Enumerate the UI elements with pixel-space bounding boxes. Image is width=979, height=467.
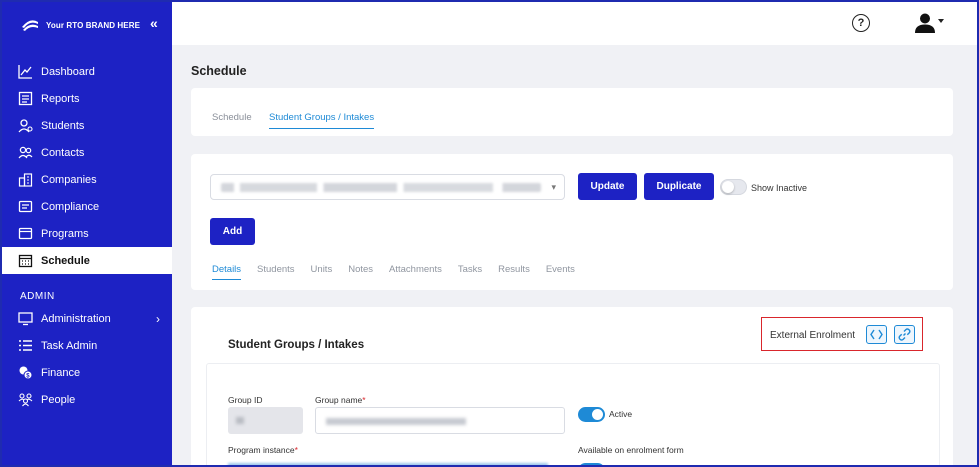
students-icon	[18, 118, 33, 133]
companies-icon	[18, 172, 33, 187]
group-select-value-redacted	[221, 183, 541, 192]
calendar-icon	[18, 253, 33, 268]
top-bar: ?	[172, 2, 977, 45]
add-button[interactable]: Add	[210, 218, 255, 245]
section-title: Student Groups / Intakes	[228, 339, 365, 351]
tab-students[interactable]: Students	[257, 264, 295, 275]
compliance-icon	[18, 199, 33, 214]
sidebar-item-compliance[interactable]: Compliance	[2, 193, 172, 220]
program-instance-label: Program instance*	[228, 445, 298, 455]
group-id-field	[228, 407, 303, 434]
sidebar-item-companies[interactable]: Companies	[2, 166, 172, 193]
code-embed-button[interactable]	[866, 325, 887, 344]
sidebar-item-administration[interactable]: Administration ›	[2, 305, 172, 332]
app-window: Your RTO BRAND HERE « Dashboard Reports	[0, 0, 979, 467]
show-inactive-toggle[interactable]	[720, 179, 747, 195]
list-icon	[18, 338, 33, 353]
sidebar-nav: Dashboard Reports Students Contacts Comp…	[2, 58, 172, 413]
external-enrolment-label: External Enrolment	[770, 330, 856, 341]
chevron-right-icon: ›	[156, 312, 160, 326]
sidebar-section-admin: ADMIN	[20, 291, 55, 302]
program-instance-label-text: Program instance	[228, 445, 295, 455]
programs-icon	[18, 226, 33, 241]
controls-card: ▾ Update Duplicate Show Inactive Add Det…	[191, 154, 953, 290]
people-icon	[18, 392, 33, 407]
brand-logo-icon	[22, 20, 38, 31]
tab-details[interactable]: Details	[212, 264, 242, 280]
sidebar-item-task-admin[interactable]: Task Admin	[2, 332, 172, 359]
group-id-label: Group ID	[228, 395, 263, 405]
sidebar-item-dashboard[interactable]: Dashboard	[2, 58, 172, 85]
details-card: Student Groups / Intakes External Enrolm…	[191, 307, 953, 465]
tab-notes[interactable]: Notes	[348, 264, 373, 275]
tab-results[interactable]: Results	[498, 264, 530, 275]
link-icon	[898, 328, 911, 341]
sidebar-item-label: Finance	[41, 366, 81, 379]
sidebar: Your RTO BRAND HERE « Dashboard Reports	[2, 2, 172, 465]
help-icon[interactable]: ?	[852, 14, 870, 32]
program-instance-link-redacted[interactable]	[228, 463, 548, 465]
sidebar-item-students[interactable]: Students	[2, 112, 172, 139]
available-on-enrolment-form-label: Available on enrolment form	[578, 445, 684, 455]
sidebar-item-people[interactable]: People	[2, 386, 172, 413]
sidebar-item-schedule[interactable]: Schedule	[2, 247, 172, 274]
sidebar-item-label: Students	[41, 119, 85, 132]
update-button[interactable]: Update	[578, 173, 637, 200]
sidebar-item-finance[interactable]: $ Finance	[2, 359, 172, 386]
sidebar-item-label: Administration	[41, 312, 111, 325]
page-title: Schedule	[191, 64, 247, 78]
active-toggle[interactable]	[578, 407, 605, 422]
tab-units[interactable]: Units	[311, 264, 333, 275]
sidebar-item-programs[interactable]: Programs	[2, 220, 172, 247]
sidebar-item-label: Programs	[41, 227, 89, 240]
group-name-label: Group name*	[315, 395, 366, 405]
finance-icon: $	[18, 365, 33, 380]
sidebar-item-label: Dashboard	[41, 65, 95, 78]
group-name-label-text: Group name	[315, 395, 363, 405]
copy-link-button[interactable]	[894, 325, 915, 344]
monitor-icon	[18, 311, 33, 326]
code-icon	[870, 329, 883, 340]
active-label: Active	[609, 409, 633, 419]
brand[interactable]: Your RTO BRAND HERE	[20, 14, 140, 36]
chevron-down-icon: ▾	[551, 182, 556, 192]
detail-tabs: Details Students Units Notes Attachments…	[212, 264, 591, 280]
group-select[interactable]: ▾	[210, 174, 565, 200]
sidebar-item-label: Schedule	[41, 254, 90, 267]
sidebar-item-reports[interactable]: Reports	[2, 85, 172, 112]
sidebar-item-label: Companies	[41, 173, 97, 186]
tab-tasks[interactable]: Tasks	[458, 264, 482, 275]
sidebar-item-label: Contacts	[41, 146, 85, 159]
sidebar-item-label: Task Admin	[41, 339, 98, 352]
sidebar-item-label: Compliance	[41, 200, 100, 213]
contacts-icon	[18, 145, 33, 160]
sidebar-item-contacts[interactable]: Contacts	[2, 139, 172, 166]
tab-student-groups-intakes[interactable]: Student Groups / Intakes	[269, 112, 375, 129]
double-chevron-left-icon[interactable]: «	[150, 15, 158, 31]
sidebar-item-label: People	[41, 393, 76, 406]
sidebar-item-label: Reports	[41, 92, 80, 105]
group-name-value-redacted	[326, 418, 466, 425]
duplicate-button[interactable]: Duplicate	[644, 173, 714, 200]
required-marker: *	[362, 395, 366, 405]
required-marker: *	[294, 445, 298, 455]
tab-attachments[interactable]: Attachments	[389, 264, 442, 275]
tab-schedule[interactable]: Schedule	[212, 112, 252, 123]
user-icon[interactable]	[914, 12, 936, 34]
brand-name: Your RTO BRAND HERE	[46, 20, 141, 30]
available-on-enrolment-form-toggle[interactable]	[578, 463, 605, 465]
external-enrolment-highlight: External Enrolment	[761, 317, 923, 351]
top-tabs-card: Schedule Student Groups / Intakes	[191, 88, 953, 136]
caret-down-icon[interactable]	[938, 19, 944, 23]
group-id-value-redacted	[236, 417, 244, 424]
report-icon	[18, 91, 33, 106]
show-inactive-label: Show Inactive	[751, 183, 808, 193]
chart-line-icon	[18, 64, 33, 79]
tab-events[interactable]: Events	[546, 264, 575, 275]
group-name-field[interactable]	[315, 407, 565, 434]
